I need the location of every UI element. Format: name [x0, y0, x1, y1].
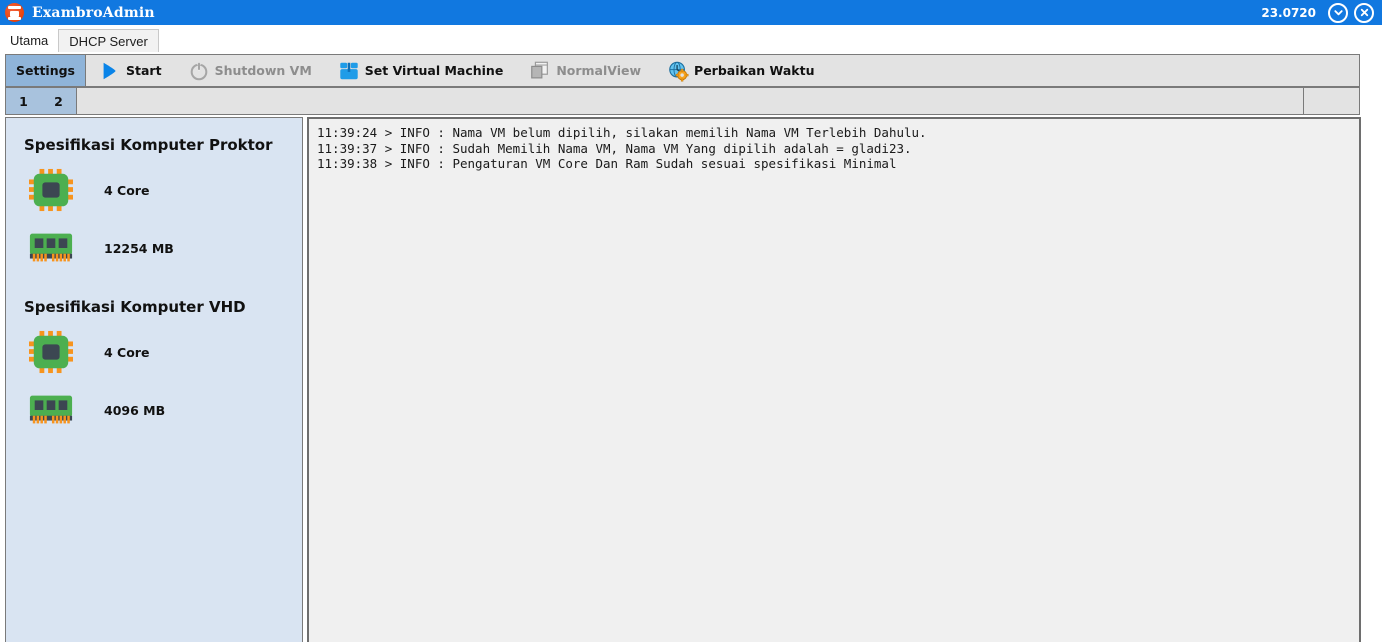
number-tab-2[interactable]: 2: [41, 94, 76, 109]
log-output-panel[interactable]: 11:39:24 > INFO : Nama VM belum dipilih,…: [307, 117, 1361, 642]
start-button[interactable]: Start: [86, 55, 175, 86]
start-button-label: Start: [126, 63, 162, 78]
number-tab-2-label: 2: [54, 94, 63, 109]
exambro-logo-icon: [5, 3, 24, 22]
globe-clock-gear-icon: [667, 60, 689, 82]
set-virtual-machine-button[interactable]: Set Virtual Machine: [325, 55, 517, 86]
cpu-chip-icon: [28, 330, 74, 374]
number-tab-strip: 1 2: [5, 87, 1360, 115]
spec-panel: Spesifikasi Komputer Proktor 4 Core: [5, 117, 303, 642]
log-line: 11:39:37 > INFO : Sudah Memilih Nama VM,…: [317, 141, 1359, 157]
number-tabs: 1 2: [6, 88, 77, 114]
power-icon: [188, 60, 210, 82]
spec-proktor-ram-value: 12254 MB: [104, 241, 174, 256]
spec-vhd-ram-value: 4096 MB: [104, 403, 165, 418]
title-bar: ExambroAdmin 23.0720: [0, 0, 1382, 25]
spec-row-vhd-ram: 4096 MB: [28, 388, 302, 432]
number-tab-1[interactable]: 1: [6, 94, 41, 109]
window-controls: 23.0720: [1261, 3, 1382, 23]
perbaikan-waktu-button[interactable]: Perbaikan Waktu: [654, 55, 827, 86]
toolbar: Settings Start Shutdown VM Set Virtual M…: [5, 54, 1360, 87]
settings-button-label: Settings: [16, 63, 75, 78]
number-strip-filler-left: [77, 88, 1303, 114]
main-tab-bar: Utama DHCP Server: [0, 25, 1382, 52]
shutdown-vm-button[interactable]: Shutdown VM: [175, 55, 325, 86]
spec-vhd-cpu-value: 4 Core: [104, 345, 149, 360]
app-version-label: 23.0720: [1261, 6, 1316, 20]
box-package-icon: [338, 60, 360, 82]
number-tab-1-label: 1: [19, 94, 28, 109]
tab-utama-label: Utama: [10, 33, 48, 48]
spec-group-proktor: Spesifikasi Komputer Proktor 4 Core: [6, 136, 302, 270]
normalview-button[interactable]: NormalView: [516, 55, 654, 86]
spec-row-proktor-ram: 12254 MB: [28, 226, 302, 270]
shutdown-vm-button-label: Shutdown VM: [215, 63, 312, 78]
log-line: 11:39:38 > INFO : Pengaturan VM Core Dan…: [317, 156, 1359, 172]
spec-proktor-cpu-value: 4 Core: [104, 183, 149, 198]
settings-button[interactable]: Settings: [6, 55, 86, 86]
number-strip-filler-right: [1304, 88, 1359, 114]
ram-module-icon: [28, 388, 74, 432]
cascade-windows-icon: [529, 60, 551, 82]
set-virtual-machine-button-label: Set Virtual Machine: [365, 63, 504, 78]
tab-dhcp-server-label: DHCP Server: [69, 34, 148, 49]
spec-group-vhd: Spesifikasi Komputer VHD 4 Core: [6, 298, 302, 432]
close-x-icon[interactable]: [1354, 3, 1374, 23]
tab-dhcp-server[interactable]: DHCP Server: [58, 29, 159, 52]
spec-group-proktor-title: Spesifikasi Komputer Proktor: [24, 136, 302, 154]
normalview-button-label: NormalView: [556, 63, 641, 78]
play-triangle-icon: [99, 60, 121, 82]
spec-group-vhd-title: Spesifikasi Komputer VHD: [24, 298, 302, 316]
tab-utama[interactable]: Utama: [0, 29, 58, 52]
chevron-down-icon[interactable]: [1328, 3, 1348, 23]
spec-row-proktor-cpu: 4 Core: [28, 168, 302, 212]
ram-module-icon: [28, 226, 74, 270]
app-title: ExambroAdmin: [32, 5, 155, 21]
spec-row-vhd-cpu: 4 Core: [28, 330, 302, 374]
cpu-chip-icon: [28, 168, 74, 212]
perbaikan-waktu-button-label: Perbaikan Waktu: [694, 63, 814, 78]
log-line: 11:39:24 > INFO : Nama VM belum dipilih,…: [317, 125, 1359, 141]
